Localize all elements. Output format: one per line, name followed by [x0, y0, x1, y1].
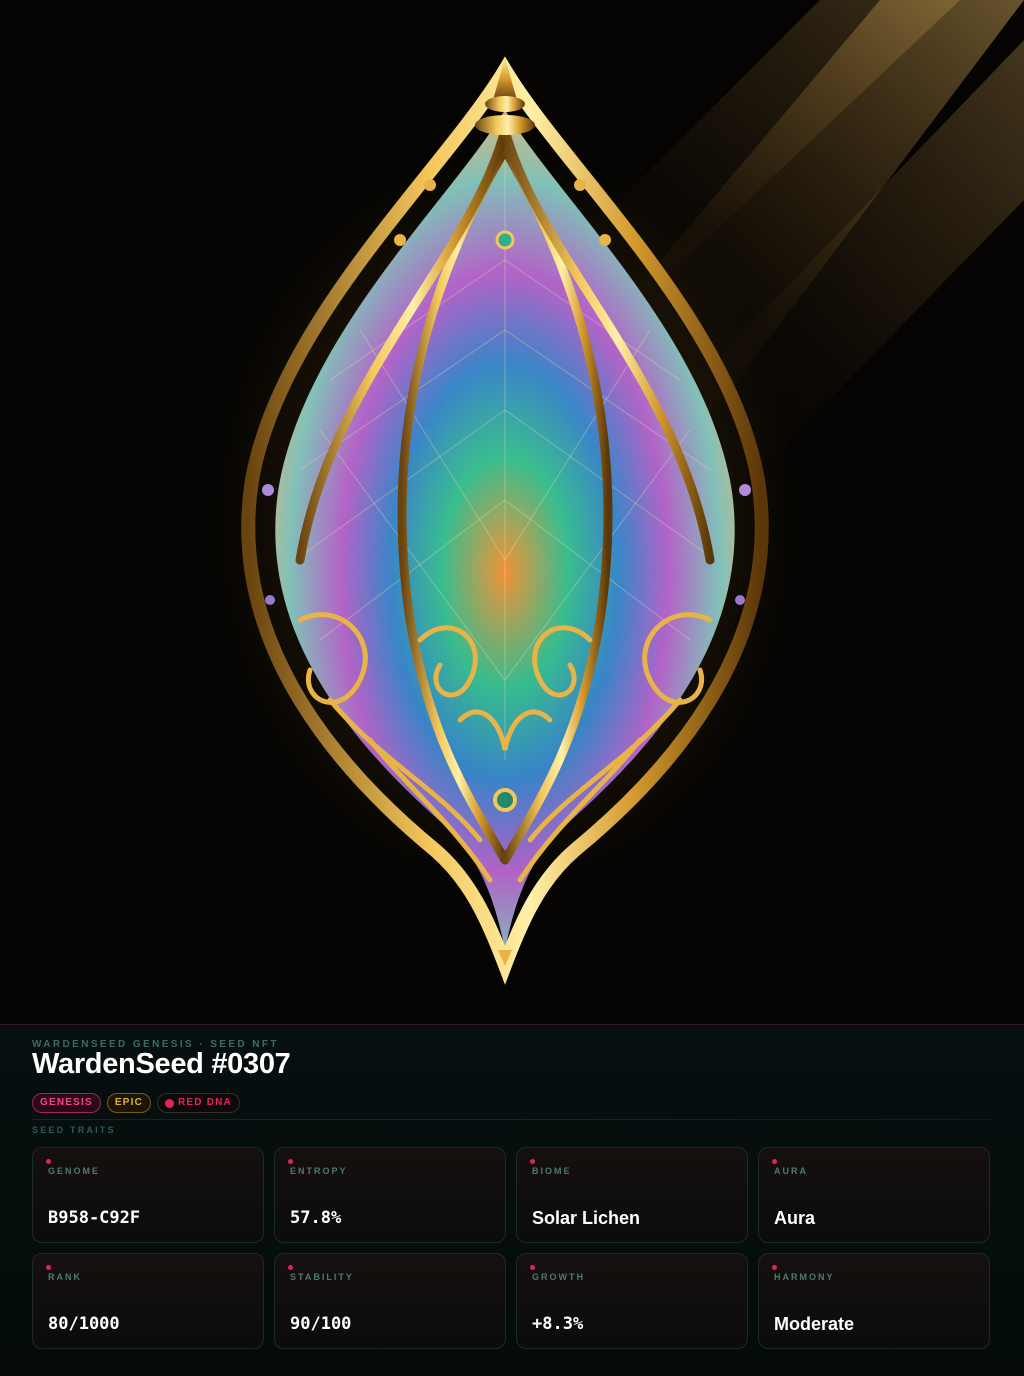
info-panel: WARDENSEED GENESIS · SEED NFT WardenSeed…: [0, 1024, 1024, 1376]
status-dot-icon: [46, 1159, 51, 1164]
trait-value: Moderate: [774, 1314, 855, 1334]
trait-value: 90/100: [290, 1314, 352, 1334]
genesis-badge: GENESIS: [32, 1093, 101, 1113]
trait-label: BIOME: [532, 1166, 572, 1176]
trait-label: GENOME: [48, 1166, 101, 1176]
trait-value: +8.3%: [532, 1314, 584, 1334]
trait-label: STABILITY: [290, 1272, 354, 1282]
trait-card-rank: RANK 80/1000: [32, 1253, 264, 1349]
trait-label: HARMONY: [774, 1272, 835, 1282]
status-dot-icon: [530, 1265, 535, 1270]
trait-label: AURA: [774, 1166, 808, 1176]
status-dot-icon: [288, 1265, 293, 1270]
epic-badge: EPIC: [106, 1093, 151, 1113]
trait-card-entropy: ENTROPY 57.8%: [274, 1147, 506, 1243]
trait-value: Aura: [774, 1208, 816, 1228]
traits-section-label: SEED TRAITS: [32, 1125, 116, 1135]
trait-card-stability: STABILITY 90/100: [274, 1253, 506, 1349]
trait-card-biome: BIOME Solar Lichen: [516, 1147, 748, 1243]
epic-badge-label: EPIC: [114, 1097, 143, 1108]
trait-value: 57.8%: [290, 1208, 342, 1228]
nft-card-page: WARDENSEED GENESIS · SEED NFT WardenSeed…: [0, 0, 1024, 1376]
badge-row: GENESIS EPIC RED DNA: [32, 1093, 240, 1113]
trait-card-aura: AURA Aura: [758, 1147, 990, 1243]
trait-label: ENTROPY: [290, 1166, 348, 1176]
dna-dot-icon: [165, 1098, 174, 1108]
status-dot-icon: [772, 1265, 777, 1270]
traits-grid: GENOME B958-C92F ENTROPY 57.8% BIOME Sol…: [32, 1147, 992, 1349]
genesis-badge-label: GENESIS: [40, 1097, 93, 1108]
trait-label: GROWTH: [532, 1272, 585, 1282]
dna-badge: RED DNA: [157, 1093, 240, 1113]
trait-value: B958-C92F: [48, 1208, 141, 1228]
trait-card-genome: GENOME B958-C92F: [32, 1147, 264, 1243]
ornate-seed-illustration: [175, 0, 1024, 985]
trait-value: Solar Lichen: [532, 1208, 641, 1228]
trait-card-harmony: HARMONY Moderate: [758, 1253, 990, 1349]
status-dot-icon: [288, 1159, 293, 1164]
status-dot-icon: [46, 1265, 51, 1270]
divider: [32, 1119, 992, 1120]
trait-value: 80/1000: [48, 1314, 120, 1334]
seed-artwork: [0, 0, 1024, 1024]
status-dot-icon: [772, 1159, 777, 1164]
nft-title: WardenSeed #0307: [32, 1048, 291, 1080]
trait-label: RANK: [48, 1272, 82, 1282]
status-dot-icon: [530, 1159, 535, 1164]
trait-card-growth: GROWTH +8.3%: [516, 1253, 748, 1349]
dna-badge-label: RED DNA: [178, 1097, 232, 1108]
